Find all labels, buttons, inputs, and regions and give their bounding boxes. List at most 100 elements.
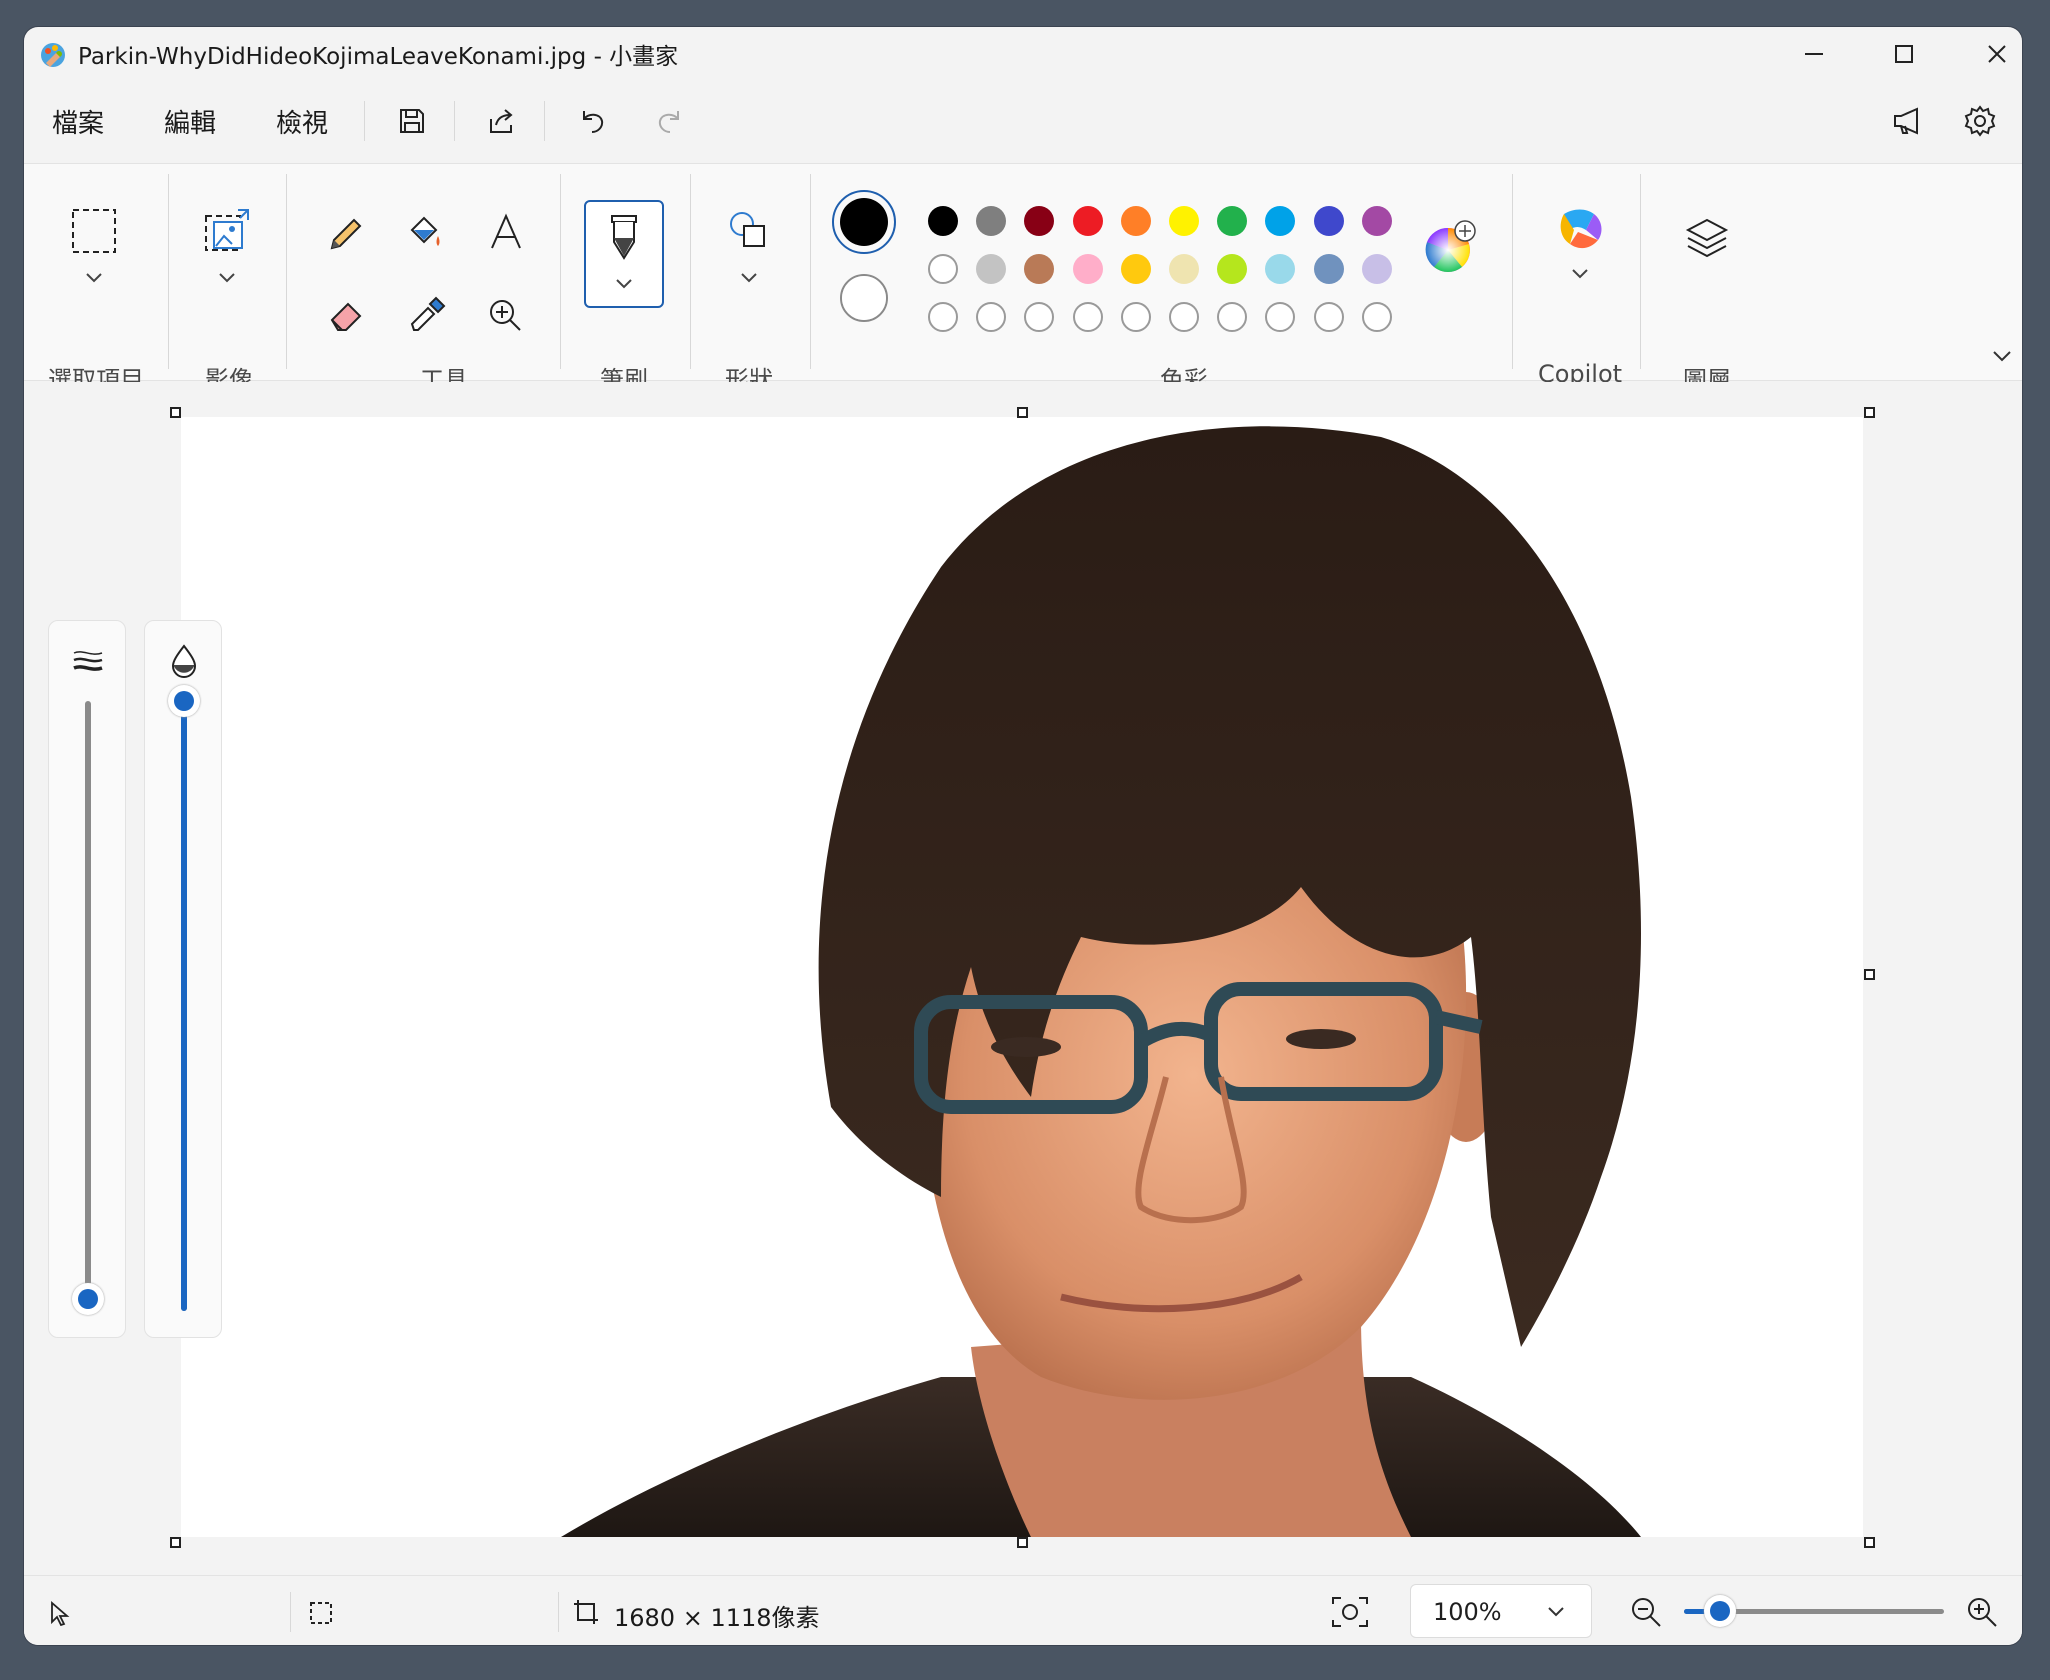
palette-color-swatch[interactable] xyxy=(1024,206,1055,236)
save-button[interactable] xyxy=(390,99,434,143)
zoom-slider-thumb[interactable] xyxy=(1704,1595,1737,1627)
custom-color-slot[interactable] xyxy=(1120,302,1151,332)
undo-button[interactable] xyxy=(570,99,614,143)
paint-bucket-icon xyxy=(410,216,440,246)
palette-color-swatch[interactable] xyxy=(928,254,958,284)
ribbon-divider xyxy=(810,174,811,369)
resize-handle-right[interactable] xyxy=(1864,969,1875,980)
palette-color-swatch[interactable] xyxy=(1024,254,1055,284)
minimize-button[interactable] xyxy=(1769,27,1859,81)
image-resize-icon xyxy=(205,209,249,283)
palette-color-swatch[interactable] xyxy=(1120,206,1151,236)
custom-color-slot[interactable] xyxy=(928,302,958,332)
secondary-color-button[interactable] xyxy=(840,274,888,322)
settings-button[interactable] xyxy=(1958,99,2002,143)
palette-color-swatch[interactable] xyxy=(928,206,958,236)
resize-handle-bottom-right[interactable] xyxy=(1864,1537,1875,1548)
custom-color-slot[interactable] xyxy=(1024,302,1055,332)
zoom-out-button[interactable] xyxy=(1624,1590,1668,1634)
palette-color-swatch[interactable] xyxy=(1217,206,1248,236)
palette-color-swatch[interactable] xyxy=(1072,206,1103,236)
eyedropper-icon xyxy=(410,296,446,331)
palette-color-swatch[interactable] xyxy=(1169,254,1199,284)
fill-tool[interactable] xyxy=(404,212,448,256)
window-title: Parkin-WhyDidHideoKojimaLeaveKonami.jpg … xyxy=(78,44,679,70)
share-icon xyxy=(490,109,513,133)
edit-colors-button[interactable] xyxy=(1422,220,1478,276)
zoom-in-button[interactable] xyxy=(1960,1590,2004,1634)
maximize-icon xyxy=(1895,45,1913,63)
custom-color-slot[interactable] xyxy=(1072,302,1103,332)
palette-color-swatch[interactable] xyxy=(1217,254,1248,284)
custom-color-slot[interactable] xyxy=(1169,302,1199,332)
custom-color-slot[interactable] xyxy=(1361,302,1392,332)
copilot-button[interactable] xyxy=(1550,204,1610,294)
image-menu-button[interactable] xyxy=(202,206,252,296)
resize-handle-bottom[interactable] xyxy=(1017,1537,1028,1548)
palette-color-swatch[interactable] xyxy=(1265,206,1296,236)
menu-view[interactable]: 檢視 xyxy=(276,103,328,140)
custom-color-slot[interactable] xyxy=(1217,302,1248,332)
ribbon-divider xyxy=(1512,174,1513,369)
resize-handle-top-left[interactable] xyxy=(170,407,181,418)
magnifier-tool[interactable] xyxy=(484,294,528,338)
custom-color-slot[interactable] xyxy=(1265,302,1296,332)
primary-color-button[interactable] xyxy=(832,190,896,254)
layers-button[interactable] xyxy=(1682,214,1732,264)
text-icon xyxy=(491,213,521,249)
maximize-button[interactable] xyxy=(1859,27,1949,81)
paint-window: Parkin-WhyDidHideoKojimaLeaveKonami.jpg … xyxy=(24,27,2022,1645)
custom-color-slot[interactable] xyxy=(1313,302,1344,332)
status-divider xyxy=(290,1592,291,1632)
ribbon-divider xyxy=(286,174,287,369)
ribbon-divider xyxy=(560,174,561,369)
menu-divider xyxy=(454,101,455,141)
text-tool[interactable] xyxy=(484,210,528,254)
palette-color-swatch[interactable] xyxy=(1072,254,1103,284)
brush-size-thumb[interactable] xyxy=(72,1282,104,1315)
ribbon-expand-button[interactable] xyxy=(1990,344,2014,368)
palette-color-swatch[interactable] xyxy=(1313,254,1344,284)
copilot-icon xyxy=(1560,209,1602,279)
chevron-down-icon xyxy=(1993,351,2011,362)
ribbon: 選取項目 影像 工具 筆刷 形狀 色彩 Copilot 圖層 xyxy=(24,163,2022,394)
palette-color-swatch[interactable] xyxy=(1361,206,1392,236)
shapes-icon xyxy=(730,212,765,283)
primary-color-swatch xyxy=(840,198,888,246)
selection-tool-button[interactable] xyxy=(69,206,119,296)
pencil-tool[interactable] xyxy=(324,212,368,256)
secondary-color-swatch xyxy=(842,276,886,320)
palette-color-swatch[interactable] xyxy=(976,254,1007,284)
custom-color-slot[interactable] xyxy=(976,302,1007,332)
zoom-out-icon xyxy=(1632,1598,1661,1627)
shapes-button[interactable] xyxy=(724,208,774,298)
eraser-tool[interactable] xyxy=(324,294,368,338)
fit-to-window-button[interactable] xyxy=(1328,1590,1372,1634)
canvas-dimensions: 1680 × 1118像素 xyxy=(614,1604,820,1632)
palette-color-swatch[interactable] xyxy=(1169,206,1199,236)
redo-button[interactable] xyxy=(648,99,692,143)
palette-color-swatch[interactable] xyxy=(976,206,1007,236)
resize-handle-bottom-left[interactable] xyxy=(170,1537,181,1548)
close-button[interactable] xyxy=(1952,27,2022,81)
share-button[interactable] xyxy=(480,99,524,143)
color-picker-tool[interactable] xyxy=(404,294,448,338)
menu-edit[interactable]: 編輯 xyxy=(164,103,216,140)
palette-color-swatch[interactable] xyxy=(1120,254,1151,284)
feedback-button[interactable] xyxy=(1886,99,1930,143)
brush-size-track[interactable] xyxy=(85,701,91,1311)
zoom-level-dropdown[interactable]: 100% xyxy=(1410,1584,1592,1638)
palette-color-swatch[interactable] xyxy=(1313,206,1344,236)
drawing-canvas[interactable] xyxy=(181,417,1863,1537)
opacity-drop-icon xyxy=(171,644,197,678)
palette-color-swatch[interactable] xyxy=(1361,254,1392,284)
menu-bar: 檔案 編輯 檢視 xyxy=(24,85,2022,151)
opacity-thumb[interactable] xyxy=(168,685,200,717)
resize-handle-top[interactable] xyxy=(1017,407,1028,418)
menu-file[interactable]: 檔案 xyxy=(52,103,104,140)
resize-handle-top-right[interactable] xyxy=(1864,407,1875,418)
canvas-size-icon xyxy=(574,1600,598,1624)
brush-size-panel xyxy=(48,620,126,1338)
palette-color-swatch[interactable] xyxy=(1265,254,1296,284)
brushes-button[interactable] xyxy=(584,200,664,308)
